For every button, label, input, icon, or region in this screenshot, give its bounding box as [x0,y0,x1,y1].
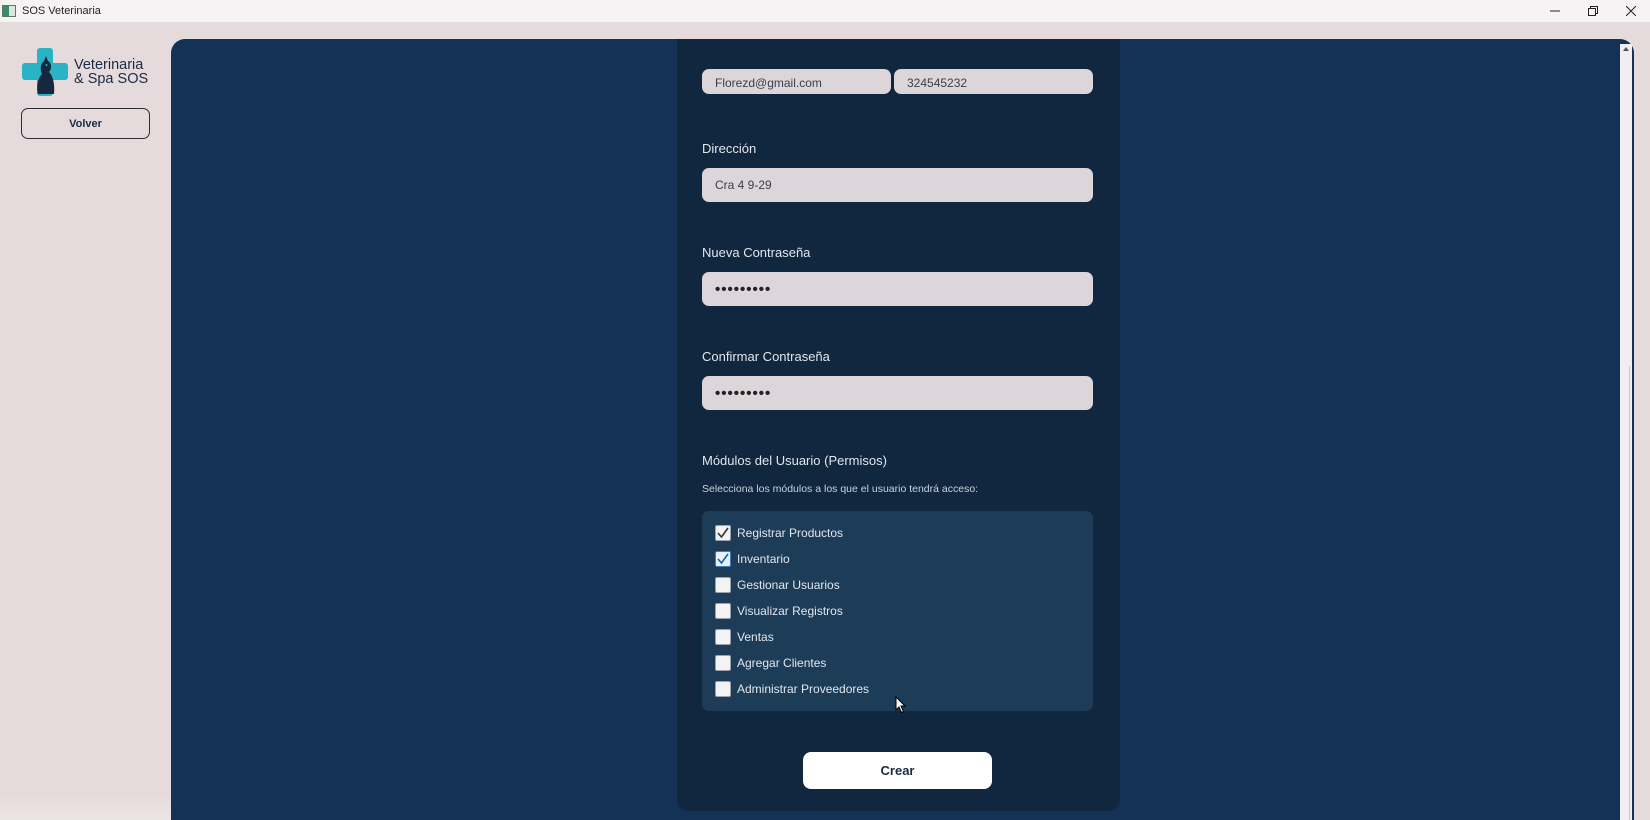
create-button[interactable]: Crear [803,752,992,789]
address-value: Cra 4 9-29 [715,178,772,192]
module-inventario[interactable]: Inventario [715,551,790,567]
window-title: SOS Veterinaria [22,5,101,17]
sidebar-bottom [0,795,171,820]
checkbox-icon[interactable] [715,629,731,645]
logo-text-line1: Veterinaria [74,57,144,73]
user-form-card: Florezd@gmail.com 324545232 Dirección Cr… [677,39,1120,811]
confirm-password-field[interactable]: ••••••••• [702,376,1093,410]
scrollbar[interactable] [1620,44,1632,820]
veterinary-cross-dog-icon [22,48,68,96]
address-field[interactable]: Cra 4 9-29 [702,168,1093,202]
module-label: Visualizar Registros [737,604,843,618]
new-password-field[interactable]: ••••••••• [702,272,1093,306]
module-gestionar-usuarios[interactable]: Gestionar Usuarios [715,577,840,593]
app-icon [2,5,16,17]
window-titlebar: SOS Veterinaria [0,0,1650,22]
email-value: Florezd@gmail.com [715,76,822,90]
new-password-value: ••••••••• [715,280,772,298]
module-label: Administrar Proveedores [737,682,870,696]
checkbox-icon[interactable] [715,681,731,697]
module-administrar-proveedores[interactable]: Administrar Proveedores [715,681,869,697]
main-panel: Florezd@gmail.com 324545232 Dirección Cr… [171,39,1634,820]
checkbox-icon[interactable] [715,577,731,593]
phone-value: 324545232 [907,76,968,90]
minimize-icon[interactable] [1536,0,1574,22]
module-ventas[interactable]: Ventas [715,629,774,645]
scroll-up-icon[interactable] [1623,47,1629,51]
checkbox-checked-icon[interactable] [715,551,731,567]
checkbox-checked-icon[interactable] [715,525,731,541]
scroll-thumb[interactable] [1622,366,1630,820]
module-visualizar-registros[interactable]: Visualizar Registros [715,603,843,619]
permissions-title: Módulos del Usuario (Permisos) [702,453,887,468]
module-label: Ventas [737,630,774,644]
confirm-password-value: ••••••••• [715,384,772,402]
permissions-subtitle: Selecciona los módulos a los que el usua… [702,483,979,495]
sidebar: Veterinaria & Spa SOS Volver [0,22,171,820]
confirm-password-label: Confirmar Contraseña [702,349,830,364]
logo: Veterinaria & Spa SOS [22,48,148,96]
module-label: Agregar Clientes [737,656,827,670]
close-icon[interactable] [1612,0,1650,22]
module-label: Gestionar Usuarios [737,578,840,592]
module-agregar-clientes[interactable]: Agregar Clientes [715,655,826,671]
email-field[interactable]: Florezd@gmail.com [702,69,891,94]
module-label: Inventario [737,552,790,566]
logo-text-line2: & Spa SOS [74,71,149,87]
checkbox-icon[interactable] [715,655,731,671]
mouse-cursor-icon [895,695,907,719]
restore-icon[interactable] [1574,0,1612,22]
module-registrar-productos[interactable]: Registrar Productos [715,525,843,541]
back-button[interactable]: Volver [21,108,150,139]
address-label: Dirección [702,141,757,156]
permissions-list: Registrar Productos Inventario Gestionar… [702,511,1093,711]
module-label: Registrar Productos [737,526,844,540]
phone-field[interactable]: 324545232 [894,69,1093,94]
checkbox-icon[interactable] [715,603,731,619]
new-password-label: Nueva Contraseña [702,245,811,260]
